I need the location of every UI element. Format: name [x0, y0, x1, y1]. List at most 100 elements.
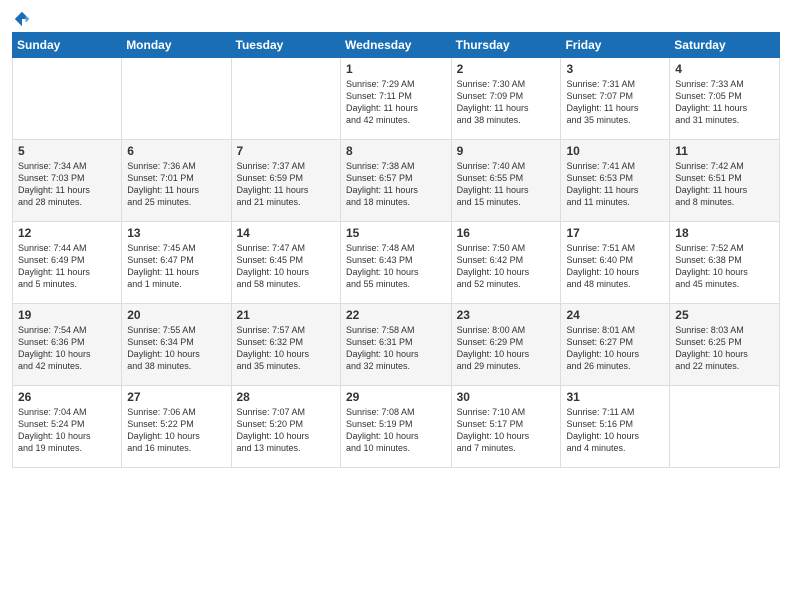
logo	[12, 10, 31, 24]
calendar-cell	[231, 58, 340, 140]
weekday-header-sunday: Sunday	[13, 33, 122, 58]
calendar-cell: 27 Sunrise: 7:06 AM Sunset: 5:22 PM Dayli…	[122, 386, 231, 468]
day-number: 5	[18, 144, 116, 158]
week-row-1: 1 Sunrise: 7:29 AM Sunset: 7:11 PM Daylig…	[13, 58, 780, 140]
cell-content: Sunrise: 7:37 AM Sunset: 6:59 PM Dayligh…	[237, 160, 335, 209]
day-number: 1	[346, 62, 446, 76]
day-number: 6	[127, 144, 225, 158]
cell-content: Sunrise: 7:44 AM Sunset: 6:49 PM Dayligh…	[18, 242, 116, 291]
day-number: 24	[566, 308, 664, 322]
day-number: 20	[127, 308, 225, 322]
weekday-header-tuesday: Tuesday	[231, 33, 340, 58]
day-number: 15	[346, 226, 446, 240]
calendar-cell	[670, 386, 780, 468]
week-row-3: 12 Sunrise: 7:44 AM Sunset: 6:49 PM Dayli…	[13, 222, 780, 304]
cell-content: Sunrise: 7:34 AM Sunset: 7:03 PM Dayligh…	[18, 160, 116, 209]
logo-icon	[13, 10, 31, 28]
calendar-cell: 18 Sunrise: 7:52 AM Sunset: 6:38 PM Dayli…	[670, 222, 780, 304]
day-number: 14	[237, 226, 335, 240]
cell-content: Sunrise: 7:54 AM Sunset: 6:36 PM Dayligh…	[18, 324, 116, 373]
day-number: 29	[346, 390, 446, 404]
cell-content: Sunrise: 7:51 AM Sunset: 6:40 PM Dayligh…	[566, 242, 664, 291]
weekday-header-monday: Monday	[122, 33, 231, 58]
weekday-header-row: SundayMondayTuesdayWednesdayThursdayFrid…	[13, 33, 780, 58]
cell-content: Sunrise: 7:08 AM Sunset: 5:19 PM Dayligh…	[346, 406, 446, 455]
day-number: 4	[675, 62, 774, 76]
cell-content: Sunrise: 7:57 AM Sunset: 6:32 PM Dayligh…	[237, 324, 335, 373]
day-number: 31	[566, 390, 664, 404]
calendar-cell: 28Sunrise: 7:07 AM Sunset: 5:20 PM Dayli…	[231, 386, 340, 468]
cell-content: Sunrise: 8:03 AM Sunset: 6:25 PM Dayligh…	[675, 324, 774, 373]
calendar-cell: 12 Sunrise: 7:44 AM Sunset: 6:49 PM Dayli…	[13, 222, 122, 304]
calendar-container: SundayMondayTuesdayWednesdayThursdayFrid…	[0, 0, 792, 476]
cell-content: Sunrise: 7:52 AM Sunset: 6:38 PM Dayligh…	[675, 242, 774, 291]
cell-content: Sunrise: 7:29 AM Sunset: 7:11 PM Dayligh…	[346, 78, 446, 127]
calendar-cell: 21 Sunrise: 7:57 AM Sunset: 6:32 PM Dayli…	[231, 304, 340, 386]
cell-content: Sunrise: 7:07 AM Sunset: 5:20 PM Dayligh…	[237, 406, 335, 455]
calendar-cell: 30 Sunrise: 7:10 AM Sunset: 5:17 PM Dayli…	[451, 386, 561, 468]
day-number: 22	[346, 308, 446, 322]
cell-content: Sunrise: 8:00 AM Sunset: 6:29 PM Dayligh…	[457, 324, 556, 373]
cell-content: Sunrise: 7:50 AM Sunset: 6:42 PM Dayligh…	[457, 242, 556, 291]
calendar-cell: 6Sunrise: 7:36 AM Sunset: 7:01 PM Daylig…	[122, 140, 231, 222]
calendar-cell: 25 Sunrise: 8:03 AM Sunset: 6:25 PM Dayli…	[670, 304, 780, 386]
calendar-cell: 8 Sunrise: 7:38 AM Sunset: 6:57 PM Daylig…	[340, 140, 451, 222]
day-number: 21	[237, 308, 335, 322]
week-row-2: 5 Sunrise: 7:34 AM Sunset: 7:03 PM Daylig…	[13, 140, 780, 222]
calendar-cell: 19 Sunrise: 7:54 AM Sunset: 6:36 PM Dayli…	[13, 304, 122, 386]
day-number: 19	[18, 308, 116, 322]
calendar-cell: 11Sunrise: 7:42 AM Sunset: 6:51 PM Dayli…	[670, 140, 780, 222]
day-number: 3	[566, 62, 664, 76]
calendar-cell: 23 Sunrise: 8:00 AM Sunset: 6:29 PM Dayli…	[451, 304, 561, 386]
cell-content: Sunrise: 7:41 AM Sunset: 6:53 PM Dayligh…	[566, 160, 664, 209]
calendar-cell: 10 Sunrise: 7:41 AM Sunset: 6:53 PM Dayli…	[561, 140, 670, 222]
calendar-cell: 1 Sunrise: 7:29 AM Sunset: 7:11 PM Daylig…	[340, 58, 451, 140]
cell-content: Sunrise: 7:45 AM Sunset: 6:47 PM Dayligh…	[127, 242, 225, 291]
day-number: 8	[346, 144, 446, 158]
cell-content: Sunrise: 7:47 AM Sunset: 6:45 PM Dayligh…	[237, 242, 335, 291]
week-row-5: 26Sunrise: 7:04 AM Sunset: 5:24 PM Dayli…	[13, 386, 780, 468]
calendar-cell: 4 Sunrise: 7:33 AM Sunset: 7:05 PM Daylig…	[670, 58, 780, 140]
cell-content: Sunrise: 8:01 AM Sunset: 6:27 PM Dayligh…	[566, 324, 664, 373]
cell-content: Sunrise: 7:11 AM Sunset: 5:16 PM Dayligh…	[566, 406, 664, 455]
day-number: 18	[675, 226, 774, 240]
day-number: 13	[127, 226, 225, 240]
cell-content: Sunrise: 7:10 AM Sunset: 5:17 PM Dayligh…	[457, 406, 556, 455]
day-number: 25	[675, 308, 774, 322]
weekday-header-wednesday: Wednesday	[340, 33, 451, 58]
week-row-4: 19 Sunrise: 7:54 AM Sunset: 6:36 PM Dayli…	[13, 304, 780, 386]
day-number: 16	[457, 226, 556, 240]
day-number: 23	[457, 308, 556, 322]
cell-content: Sunrise: 7:40 AM Sunset: 6:55 PM Dayligh…	[457, 160, 556, 209]
day-number: 30	[457, 390, 556, 404]
day-number: 9	[457, 144, 556, 158]
calendar-cell: 26Sunrise: 7:04 AM Sunset: 5:24 PM Dayli…	[13, 386, 122, 468]
calendar-table: SundayMondayTuesdayWednesdayThursdayFrid…	[12, 32, 780, 468]
calendar-cell: 15 Sunrise: 7:48 AM Sunset: 6:43 PM Dayli…	[340, 222, 451, 304]
calendar-cell: 22Sunrise: 7:58 AM Sunset: 6:31 PM Dayli…	[340, 304, 451, 386]
cell-content: Sunrise: 7:48 AM Sunset: 6:43 PM Dayligh…	[346, 242, 446, 291]
cell-content: Sunrise: 7:38 AM Sunset: 6:57 PM Dayligh…	[346, 160, 446, 209]
calendar-cell: 7Sunrise: 7:37 AM Sunset: 6:59 PM Daylig…	[231, 140, 340, 222]
cell-content: Sunrise: 7:42 AM Sunset: 6:51 PM Dayligh…	[675, 160, 774, 209]
cell-content: Sunrise: 7:55 AM Sunset: 6:34 PM Dayligh…	[127, 324, 225, 373]
day-number: 12	[18, 226, 116, 240]
day-number: 10	[566, 144, 664, 158]
weekday-header-friday: Friday	[561, 33, 670, 58]
calendar-cell: 24 Sunrise: 8:01 AM Sunset: 6:27 PM Dayli…	[561, 304, 670, 386]
day-number: 27	[127, 390, 225, 404]
calendar-cell: 20 Sunrise: 7:55 AM Sunset: 6:34 PM Dayli…	[122, 304, 231, 386]
cell-content: Sunrise: 7:31 AM Sunset: 7:07 PM Dayligh…	[566, 78, 664, 127]
calendar-cell: 5 Sunrise: 7:34 AM Sunset: 7:03 PM Daylig…	[13, 140, 122, 222]
cell-content: Sunrise: 7:33 AM Sunset: 7:05 PM Dayligh…	[675, 78, 774, 127]
weekday-header-saturday: Saturday	[670, 33, 780, 58]
cell-content: Sunrise: 7:30 AM Sunset: 7:09 PM Dayligh…	[457, 78, 556, 127]
calendar-cell	[122, 58, 231, 140]
calendar-cell: 31 Sunrise: 7:11 AM Sunset: 5:16 PM Dayli…	[561, 386, 670, 468]
day-number: 17	[566, 226, 664, 240]
cell-content: Sunrise: 7:06 AM Sunset: 5:22 PM Dayligh…	[127, 406, 225, 455]
day-number: 2	[457, 62, 556, 76]
calendar-cell	[13, 58, 122, 140]
cell-content: Sunrise: 7:04 AM Sunset: 5:24 PM Dayligh…	[18, 406, 116, 455]
calendar-cell: 29 Sunrise: 7:08 AM Sunset: 5:19 PM Dayli…	[340, 386, 451, 468]
